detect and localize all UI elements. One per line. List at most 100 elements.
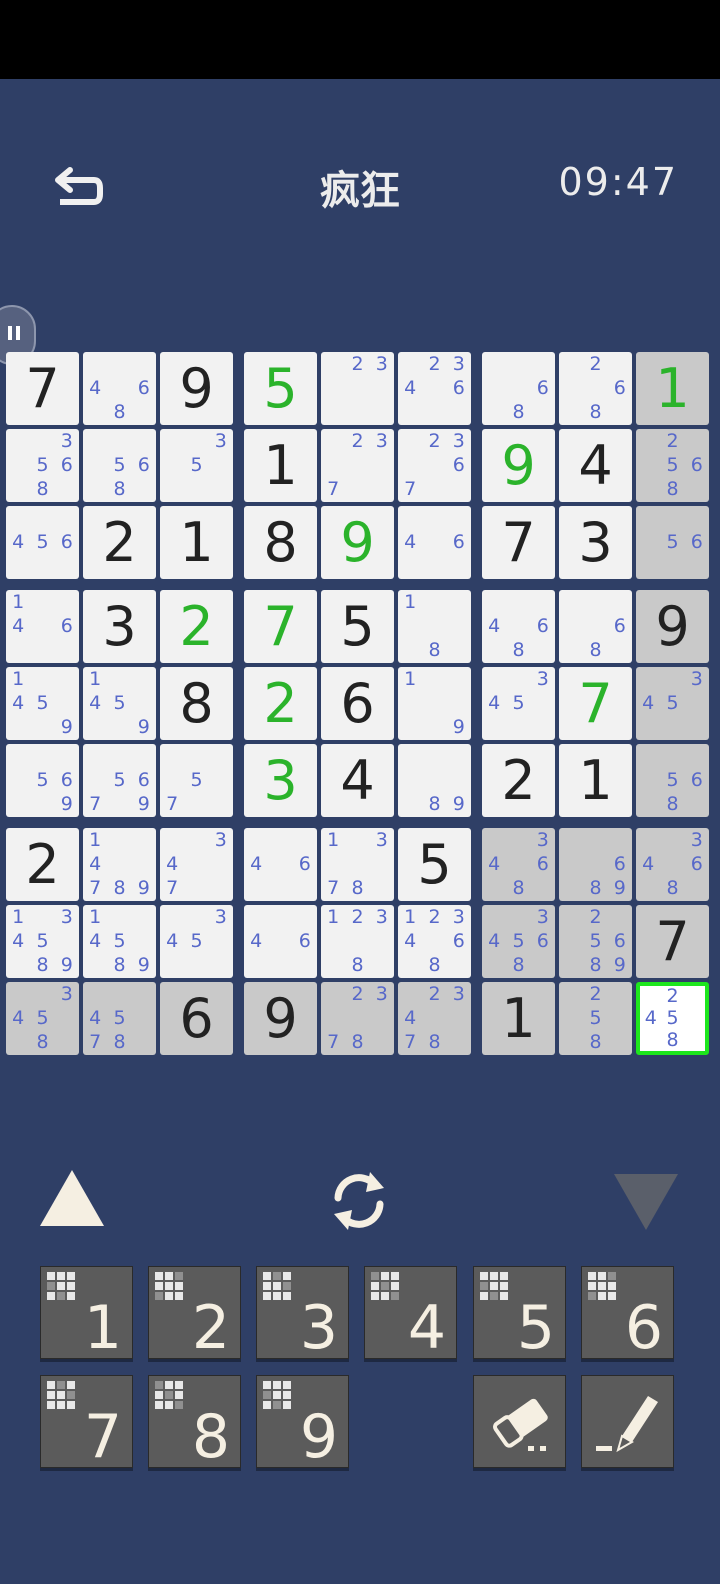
sudoku-cell[interactable]: 23 — [321, 352, 394, 425]
sudoku-cell[interactable]: 3 458 — [6, 982, 79, 1055]
sudoku-cell[interactable]: 1459 — [83, 667, 156, 740]
sudoku-cell[interactable]: 268 — [559, 352, 632, 425]
sudoku-cell[interactable]: 2 — [6, 828, 79, 901]
sudoku-cell[interactable]: 6 — [160, 982, 233, 1055]
sudoku-cell[interactable]: 3 — [559, 506, 632, 579]
sudoku-cell[interactable]: 9 — [160, 352, 233, 425]
pencil-button[interactable] — [581, 1375, 674, 1468]
sudoku-cell[interactable]: 3 45 — [636, 667, 709, 740]
digit-key-1[interactable]: 1 — [40, 1266, 133, 1359]
sudoku-cell[interactable]: 2 — [160, 590, 233, 663]
sudoku-cell[interactable]: 23 78 — [321, 982, 394, 1055]
sudoku-cell[interactable]: 23 4 6 — [398, 352, 471, 425]
sudoku-cell[interactable]: 4 68 — [482, 590, 555, 663]
sudoku-cell[interactable]: 57 — [160, 744, 233, 817]
sudoku-cell[interactable]: 5 — [244, 352, 317, 425]
sudoku-cell[interactable]: 14589 — [83, 905, 156, 978]
pencil-mark: 5 — [190, 929, 203, 952]
sudoku-cell[interactable]: 9 — [636, 590, 709, 663]
sudoku-cell[interactable]: 1 — [636, 352, 709, 425]
sudoku-cell[interactable]: 7 — [244, 590, 317, 663]
sudoku-cell[interactable]: 123 4 68 — [398, 905, 471, 978]
sudoku-cell[interactable]: 89 — [398, 744, 471, 817]
sudoku-cell[interactable]: 4578 — [83, 982, 156, 1055]
sudoku-cell[interactable]: 56 — [636, 506, 709, 579]
sudoku-cell[interactable]: 236 7 — [398, 429, 471, 502]
sudoku-cell[interactable]: 46 — [398, 506, 471, 579]
digit-key-8[interactable]: 8 — [148, 1375, 241, 1468]
pencil-mark: 4 — [404, 530, 417, 553]
sudoku-cell[interactable]: 8 — [244, 506, 317, 579]
sudoku-cell[interactable]: 7 — [559, 667, 632, 740]
sudoku-cell[interactable]: 2458 — [636, 982, 709, 1055]
sudoku-cell[interactable]: 3 4568 — [482, 905, 555, 978]
sudoku-cell[interactable]: 3 47 — [160, 828, 233, 901]
sudoku-cell[interactable]: 3 — [83, 590, 156, 663]
sudoku-cell[interactable]: 2 — [83, 506, 156, 579]
digit-key-5[interactable]: 5 — [473, 1266, 566, 1359]
sudoku-cell[interactable]: 3 45 — [160, 905, 233, 978]
sudoku-cell[interactable]: 1 3 78 — [321, 828, 394, 901]
sudoku-cell[interactable]: 3 4 68 — [482, 828, 555, 901]
sudoku-cell[interactable]: 14 6 — [6, 590, 79, 663]
sudoku-cell[interactable]: 35 — [160, 429, 233, 502]
arrow-down-icon[interactable] — [614, 1174, 678, 1230]
sudoku-cell[interactable]: 258 — [559, 982, 632, 1055]
sudoku-cell[interactable]: 568 — [83, 429, 156, 502]
sudoku-cell[interactable]: 3 — [244, 744, 317, 817]
arrow-up-icon[interactable] — [40, 1170, 104, 1226]
eraser-button[interactable] — [473, 1375, 566, 1468]
digit-key-2[interactable]: 2 — [148, 1266, 241, 1359]
sudoku-cell[interactable]: 6 — [321, 667, 394, 740]
sudoku-cell[interactable]: 1 — [244, 429, 317, 502]
sudoku-cell[interactable]: 1 — [559, 744, 632, 817]
digit-key-6[interactable]: 6 — [581, 1266, 674, 1359]
sudoku-cell[interactable]: 1 — [160, 506, 233, 579]
sudoku-cell[interactable]: 1 — [482, 982, 555, 1055]
sudoku-cell[interactable]: 1 3 4589 — [6, 905, 79, 978]
sudoku-cell[interactable]: 7 — [482, 506, 555, 579]
refresh-button[interactable] — [326, 1168, 392, 1234]
sudoku-cell[interactable]: 123 8 — [321, 905, 394, 978]
sudoku-cell[interactable]: 2 — [482, 744, 555, 817]
sudoku-cell[interactable]: 7 — [6, 352, 79, 425]
sudoku-cell[interactable]: 23 478 — [398, 982, 471, 1055]
digit-key-9[interactable]: 9 — [256, 1375, 349, 1468]
sudoku-cell[interactable]: 46 — [244, 905, 317, 978]
sudoku-cell[interactable]: 3568 — [6, 429, 79, 502]
sudoku-cell[interactable]: 19 — [398, 667, 471, 740]
sudoku-cell[interactable]: 7 — [636, 905, 709, 978]
sudoku-cell[interactable]: 9 — [321, 506, 394, 579]
sudoku-cell[interactable]: 689 — [559, 828, 632, 901]
sudoku-cell[interactable]: 5 — [321, 590, 394, 663]
sudoku-cell[interactable]: 4 — [559, 429, 632, 502]
sudoku-cell[interactable]: 18 — [398, 590, 471, 663]
sudoku-cell[interactable]: 23 7 — [321, 429, 394, 502]
digit-key-7[interactable]: 7 — [40, 1375, 133, 1468]
sudoku-cell[interactable]: 456 — [6, 506, 79, 579]
sudoku-cell[interactable]: 569 — [6, 744, 79, 817]
sudoku-cell[interactable]: 568 — [636, 744, 709, 817]
sudoku-cell[interactable]: 4 68 — [83, 352, 156, 425]
sudoku-cell[interactable]: 68 — [482, 352, 555, 425]
digit-key-4[interactable]: 4 — [364, 1266, 457, 1359]
sudoku-cell[interactable]: 8 — [160, 667, 233, 740]
sudoku-cell[interactable]: 14789 — [83, 828, 156, 901]
sudoku-cell[interactable]: 68 — [559, 590, 632, 663]
sudoku-cell[interactable]: 2568 — [636, 429, 709, 502]
sudoku-cell[interactable]: 9 — [244, 982, 317, 1055]
sudoku-cell[interactable]: 4 — [321, 744, 394, 817]
pencil-mark: 6 — [452, 453, 465, 476]
sudoku-cell[interactable]: 2 — [244, 667, 317, 740]
sudoku-cell[interactable]: 3 4 68 — [636, 828, 709, 901]
sudoku-cell[interactable]: 56 7 9 — [83, 744, 156, 817]
sudoku-cell[interactable]: 5 — [398, 828, 471, 901]
sudoku-cell[interactable]: 46 — [244, 828, 317, 901]
sudoku-cell[interactable]: 3 45 — [482, 667, 555, 740]
pencil-mark: 5 — [113, 929, 126, 952]
sudoku-cell[interactable]: 1459 — [6, 667, 79, 740]
pencil-mark: 6 — [452, 530, 465, 553]
digit-key-3[interactable]: 3 — [256, 1266, 349, 1359]
sudoku-cell[interactable]: 9 — [482, 429, 555, 502]
sudoku-cell[interactable]: 25689 — [559, 905, 632, 978]
